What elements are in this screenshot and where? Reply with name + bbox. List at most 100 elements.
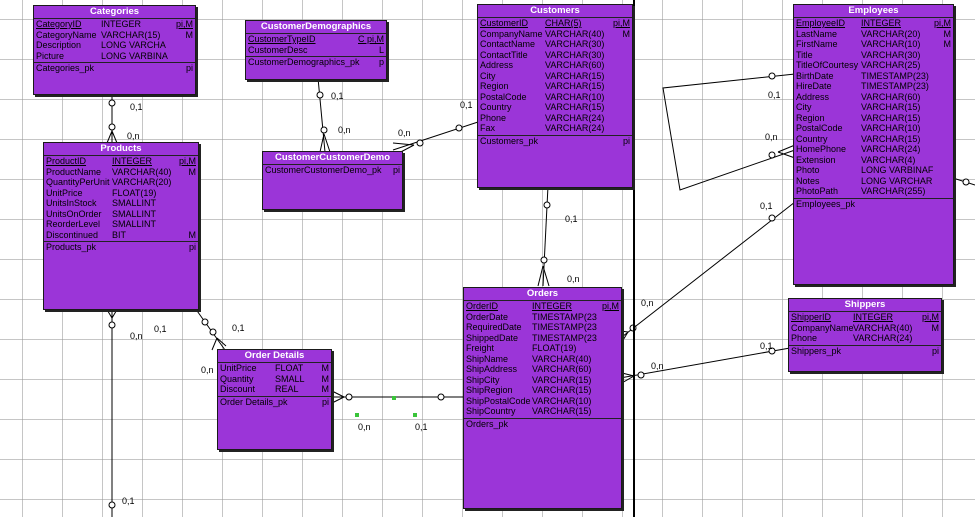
cardinality-label: 0,n <box>651 361 664 371</box>
cardinality-label: 0,1 <box>154 324 167 334</box>
entity-customer-customer-demo[interactable]: CustomerCustomerDemo CustomerCustomerDem… <box>262 151 403 210</box>
attribute-row[interactable]: ShipperID INTEGER pi,M <box>789 312 941 323</box>
rel-products-orderdetails <box>194 307 226 351</box>
attribute-row[interactable]: Country VARCHAR(15) <box>794 134 953 145</box>
primary-key-row[interactable]: CustomerDemographics_pk p <box>246 57 386 68</box>
cardinality-label: 0,n <box>641 298 654 308</box>
primary-key-row[interactable]: Shippers_pk pi <box>789 346 941 357</box>
primary-key-row[interactable]: Orders_pk <box>464 419 621 430</box>
attribute-row[interactable]: Region VARCHAR(15) <box>478 81 632 92</box>
attribute-row[interactable]: Title VARCHAR(30) <box>794 50 953 61</box>
primary-key-row[interactable]: Categories_pk pi <box>34 63 195 74</box>
rel-customers-orders <box>542 185 549 287</box>
attribute-row[interactable]: Fax VARCHAR(24) <box>478 123 632 134</box>
attribute-row[interactable]: FirstName VARCHAR(10) M <box>794 39 953 50</box>
attribute-row[interactable]: PostalCode VARCHAR(10) <box>794 123 953 134</box>
cardinality-label: 0,1 <box>331 91 344 101</box>
attribute-row[interactable]: Address VARCHAR(60) <box>478 60 632 71</box>
attribute-row[interactable]: City VARCHAR(15) <box>794 102 953 113</box>
entity-customer-demographics[interactable]: CustomerDemographics CustomerTypeID C pi,… <box>245 20 387 80</box>
attribute-row[interactable]: TitleOfCourtesy VARCHAR(25) <box>794 60 953 71</box>
attribute-row[interactable]: Region VARCHAR(15) <box>794 113 953 124</box>
entity-employees[interactable]: Employees EmployeeID INTEGER pi,M LastName… <box>793 4 954 285</box>
attribute-row[interactable]: CustomerTypeID C pi,M <box>246 34 386 45</box>
attribute-row[interactable]: ShipAddress VARCHAR(60) <box>464 364 621 375</box>
attribute-row[interactable]: Notes LONG VARCHAR <box>794 176 953 187</box>
attribute-row[interactable]: ProductID INTEGER pi,M <box>44 156 198 167</box>
attribute-row[interactable]: Freight FLOAT(19) <box>464 343 621 354</box>
attribute-row[interactable]: ShipCountry VARCHAR(15) <box>464 406 621 417</box>
entity-orders[interactable]: Orders OrderID INTEGER pi,M OrderDate TIMES… <box>463 287 622 509</box>
attribute-row[interactable]: ProductName VARCHAR(40) M <box>44 167 198 178</box>
attribute-row[interactable]: LastName VARCHAR(20) M <box>794 29 953 40</box>
attribute-row[interactable]: ShipCity VARCHAR(15) <box>464 375 621 386</box>
attribute-row[interactable]: ShipPostalCode VARCHAR(10) <box>464 396 621 407</box>
attribute-row[interactable]: QuantityPerUnit VARCHAR(20) <box>44 177 198 188</box>
attribute-row[interactable]: HireDate TIMESTAMP(23) <box>794 81 953 92</box>
attribute-row[interactable]: Address VARCHAR(60) <box>794 92 953 103</box>
attribute-row[interactable]: ReorderLevel SMALLINT <box>44 219 198 230</box>
attribute-row[interactable]: EmployeeID INTEGER pi,M <box>794 18 953 29</box>
entity-title: Order Details <box>218 350 331 363</box>
rel-employees-orders <box>617 201 796 341</box>
rel-demographics-customerdemo <box>317 77 326 153</box>
attribute-row[interactable]: Quantity SMALL M <box>218 374 331 385</box>
attribute-row[interactable]: PhotoPath VARCHAR(255) <box>794 186 953 197</box>
cardinality-label: 0,1 <box>768 90 781 100</box>
attribute-row[interactable]: UnitPrice FLOAT M <box>218 363 331 374</box>
attribute-row[interactable]: CompanyName VARCHAR(40) M <box>478 29 632 40</box>
attribute-row[interactable]: BirthDate TIMESTAMP(23) <box>794 71 953 82</box>
entity-shippers[interactable]: Shippers ShipperID INTEGER pi,M CompanyNam… <box>788 298 942 372</box>
page-break-line <box>633 0 635 517</box>
entity-order-details[interactable]: Order Details UnitPrice FLOAT M Quantity SM… <box>217 349 332 450</box>
cardinality-label: 0,n <box>358 422 371 432</box>
cardinality-label: 0,n <box>201 365 214 375</box>
cardinality-label: 0,1 <box>760 341 773 351</box>
attribute-row[interactable]: Discount REAL M <box>218 384 331 395</box>
attribute-row[interactable]: ContactName VARCHAR(30) <box>478 39 632 50</box>
attribute-row[interactable]: ContactTitle VARCHAR(30) <box>478 50 632 61</box>
cardinality-label: 0,1 <box>415 422 428 432</box>
attribute-row[interactable]: ShipRegion VARCHAR(15) <box>464 385 621 396</box>
attribute-row[interactable]: OrderID INTEGER pi,M <box>464 301 621 312</box>
attribute-row[interactable]: UnitsOnOrder SMALLINT <box>44 209 198 220</box>
rel-shippers-orders <box>619 347 791 379</box>
primary-key-row[interactable]: Products_pk pi <box>44 242 198 253</box>
attribute-row[interactable]: Description LONG VARCHA <box>34 40 195 51</box>
attribute-row[interactable]: ShippedDate TIMESTAMP(23 <box>464 333 621 344</box>
entity-categories[interactable]: Categories CategoryID INTEGER pi,M Categor… <box>33 5 196 95</box>
attribute-row[interactable]: Picture LONG VARBINA <box>34 51 195 62</box>
attribute-row[interactable]: UnitsInStock SMALLINT <box>44 198 198 209</box>
cardinality-label: 0,n <box>130 331 143 341</box>
cardinality-label: 0,1 <box>460 100 473 110</box>
cardinality-label: 0,n <box>338 125 351 135</box>
primary-key-row[interactable]: Order Details_pk pi <box>218 397 331 408</box>
attribute-row[interactable]: UnitPrice FLOAT(19) <box>44 188 198 199</box>
entity-customers[interactable]: Customers CustomerID CHAR(5) pi,M CompanyN… <box>477 4 633 188</box>
attribute-row[interactable]: CompanyName VARCHAR(40) M <box>789 323 941 334</box>
attribute-row[interactable]: CategoryName VARCHAR(15) M <box>34 30 195 41</box>
attribute-row[interactable]: Country VARCHAR(15) <box>478 102 632 113</box>
primary-key-row[interactable]: Employees_pk <box>794 199 953 210</box>
attribute-row[interactable]: ShipName VARCHAR(40) <box>464 354 621 365</box>
attribute-row[interactable]: HomePhone VARCHAR(24) <box>794 144 953 155</box>
diagram-canvas[interactable]: Categories CategoryID INTEGER pi,M Categor… <box>0 0 975 517</box>
attribute-row[interactable]: RequiredDate TIMESTAMP(23 <box>464 322 621 333</box>
entity-title: Customers <box>478 5 632 18</box>
primary-key-row[interactable]: CustomerCustomerDemo_pk pi <box>263 165 402 176</box>
cardinality-label: 0,1 <box>232 323 245 333</box>
attribute-row[interactable]: CustomerDesc L <box>246 45 386 56</box>
attribute-row[interactable]: PostalCode VARCHAR(10) <box>478 92 632 103</box>
attribute-row[interactable]: Photo LONG VARBINAF <box>794 165 953 176</box>
attribute-row[interactable]: Extension VARCHAR(4) <box>794 155 953 166</box>
entity-products[interactable]: Products ProductID INTEGER pi,M ProductNam… <box>43 142 199 310</box>
attribute-row[interactable]: City VARCHAR(15) <box>478 71 632 82</box>
attribute-row[interactable]: Phone VARCHAR(24) <box>789 333 941 344</box>
attribute-row[interactable]: CustomerID CHAR(5) pi,M <box>478 18 632 29</box>
attribute-row[interactable]: Phone VARCHAR(24) <box>478 113 632 124</box>
attribute-row[interactable]: OrderDate TIMESTAMP(23 <box>464 312 621 323</box>
attribute-row[interactable]: CategoryID INTEGER pi,M <box>34 19 195 30</box>
cardinality-label: 0,1 <box>122 496 135 506</box>
attribute-row[interactable]: Discontinued BIT M <box>44 230 198 241</box>
primary-key-row[interactable]: Customers_pk pi <box>478 136 632 147</box>
